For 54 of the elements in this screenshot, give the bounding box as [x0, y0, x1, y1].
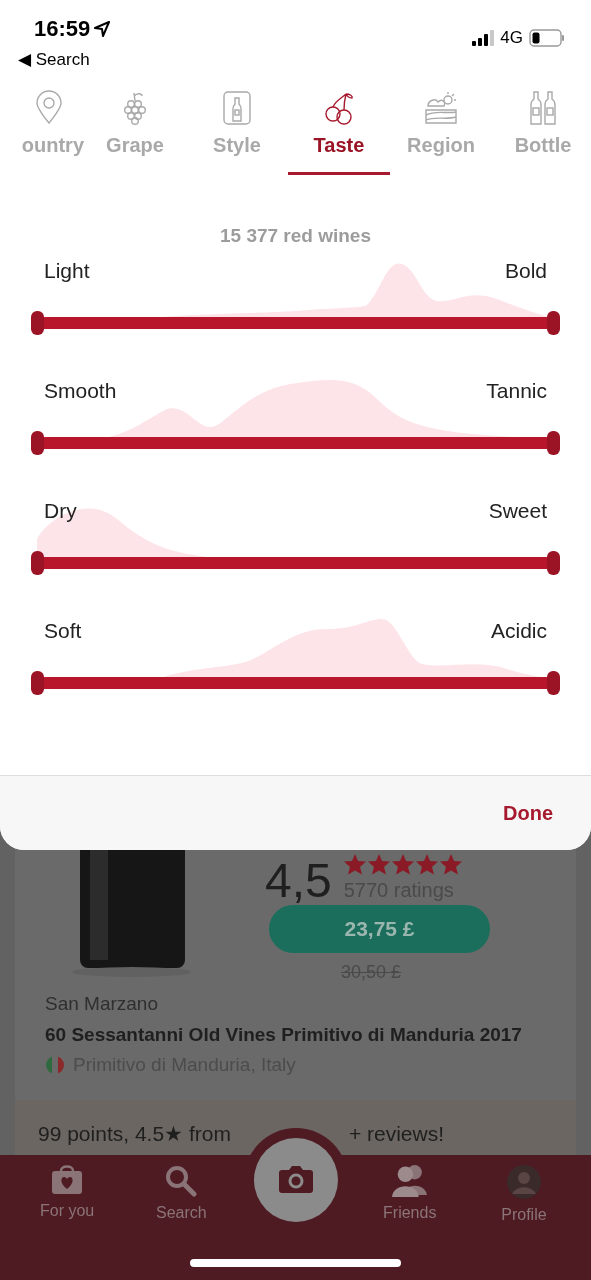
- location-arrow-icon: [94, 20, 111, 37]
- filter-tab[interactable]: Region: [390, 78, 492, 175]
- nav-tab[interactable]: Friends: [352, 1155, 467, 1235]
- wine-count: 15 377 red wines: [219, 224, 371, 248]
- nav-tab[interactable]: Search: [124, 1155, 239, 1235]
- slider-min-label: Dry: [44, 497, 77, 524]
- filter-tab[interactable]: Bottle: [492, 78, 591, 175]
- slider-max-label: Tannic: [486, 377, 547, 404]
- search-icon: [165, 1165, 198, 1197]
- avatar-icon: [506, 1165, 541, 1199]
- back-link[interactable]: ◀ Search: [18, 47, 111, 73]
- friends-icon: [391, 1165, 428, 1197]
- star-icon: [391, 854, 414, 875]
- winery-name: San Marzano: [45, 992, 159, 1016]
- slider-max-label: Sweet: [488, 497, 547, 524]
- star-icon: [343, 854, 366, 875]
- slider-handle[interactable]: [31, 670, 44, 695]
- slider-handle[interactable]: [547, 310, 560, 335]
- filter-tab[interactable]: ountry: [0, 78, 84, 175]
- battery-icon: [529, 29, 565, 47]
- slider-max-label: Bold: [504, 257, 547, 284]
- slider-min-label: Light: [44, 257, 90, 284]
- star-icon: [415, 854, 438, 875]
- shopping-bag-icon: [51, 1165, 84, 1195]
- vineyard-icon: [424, 90, 458, 126]
- slider-handle[interactable]: [31, 430, 44, 455]
- slider-range[interactable]: [44, 556, 547, 569]
- slider-handle[interactable]: [31, 310, 44, 335]
- rating-value: 4,5: [265, 857, 332, 905]
- slider-min-label: Smooth: [44, 377, 117, 404]
- slider-handle[interactable]: [547, 550, 560, 575]
- star-icon: [439, 854, 462, 875]
- filter-tab[interactable]: Grape: [84, 78, 186, 175]
- nav-tab[interactable]: Profile: [466, 1155, 581, 1235]
- done-button[interactable]: Done: [503, 798, 553, 828]
- slider-min-label: Soft: [44, 617, 82, 644]
- slider-handle[interactable]: [547, 430, 560, 455]
- promo-text: 99 points, 4.5★ from: [38, 1121, 231, 1147]
- promo-text: + reviews!: [348, 1121, 445, 1147]
- network-type: 4G: [500, 27, 523, 50]
- nav-tab[interactable]: For you: [10, 1155, 125, 1235]
- slider-handle[interactable]: [31, 550, 44, 575]
- slider-handle[interactable]: [547, 670, 560, 695]
- filter-tab[interactable]: Style: [186, 78, 288, 175]
- clock-time: 16:59: [34, 15, 91, 43]
- wine-name: 60 Sessantanni Old Vines Primitivo di Manduria 2017: [45, 1022, 523, 1047]
- price-button[interactable]: 23,75 £: [269, 905, 490, 953]
- camera-icon: [277, 1166, 314, 1194]
- slider-max-label: Acidic: [490, 617, 547, 644]
- bottle-label-icon: [220, 90, 254, 126]
- cherries-icon: [322, 90, 356, 126]
- star-icon: [367, 854, 390, 875]
- filter-tab[interactable]: Taste: [288, 78, 390, 175]
- signal-icon: [472, 30, 495, 46]
